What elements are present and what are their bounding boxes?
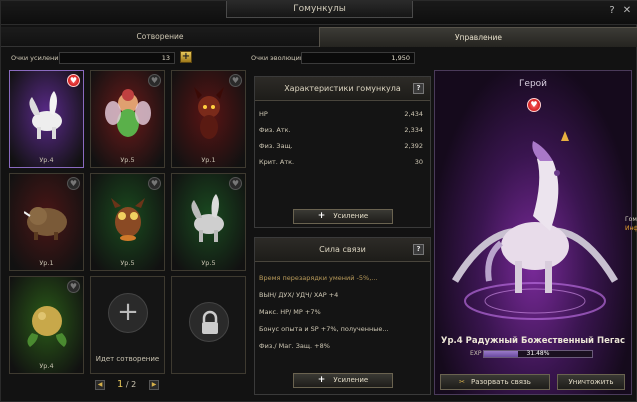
stats-help-icon[interactable]: ? bbox=[413, 83, 424, 94]
page-current: 1 bbox=[117, 379, 124, 390]
favorite-heart-icon[interactable]: ♥ bbox=[148, 74, 161, 87]
homunculus-slot[interactable]: ♥ Ур.1 bbox=[171, 70, 246, 168]
create-slot[interactable]: + Идет сотворение bbox=[90, 276, 165, 374]
create-slot-label: Идет сотворение bbox=[95, 355, 160, 363]
exp-percent: 31.48% bbox=[526, 350, 550, 357]
page-separator: / bbox=[125, 380, 129, 389]
favorite-heart-icon[interactable]: ♥ bbox=[67, 177, 80, 190]
exp-label: EXP bbox=[470, 350, 482, 357]
break-bond-button[interactable]: ✂ Разорвать связь bbox=[440, 374, 550, 390]
homunculus-portrait-boar-brown bbox=[24, 207, 67, 240]
favorite-heart-icon[interactable]: ♥ bbox=[229, 74, 242, 87]
bond-effect-line: Физ./ Маг. Защ. +8% bbox=[259, 342, 330, 350]
stats-enhance-button[interactable]: + Усиление bbox=[293, 209, 393, 224]
bond-effect-line: Время перезарядки умений -5%,... bbox=[259, 274, 378, 282]
hero-title: Герой bbox=[518, 79, 548, 89]
hero-heart-icon: ♥ bbox=[527, 98, 541, 112]
stat-label: Физ. Атк. bbox=[259, 126, 291, 134]
close-icon[interactable]: ✕ bbox=[621, 5, 633, 17]
stat-row-phys-def: Физ. Защ. 2,392 bbox=[259, 142, 423, 156]
side-tooltip-line: Гом bbox=[625, 216, 637, 223]
bond-enhance-label: Усиление bbox=[333, 376, 369, 384]
tab-bar: Сотворение Управление bbox=[1, 27, 637, 47]
destroy-button[interactable]: Уничтожить bbox=[557, 374, 625, 390]
bond-help-icon[interactable]: ? bbox=[413, 244, 424, 255]
exp-bar: 31.48% bbox=[483, 350, 593, 358]
prev-page-button[interactable]: ◀ bbox=[95, 380, 105, 390]
bond-panel: Сила связи ? Время перезарядки умений -5… bbox=[254, 237, 431, 395]
locked-slot bbox=[171, 276, 246, 374]
homunculus-portrait-seed-orb bbox=[27, 306, 67, 347]
favorite-heart-icon[interactable]: ♥ bbox=[148, 177, 161, 190]
add-enhance-points-button[interactable]: + bbox=[180, 51, 192, 63]
stat-value: 2,434 bbox=[404, 110, 423, 118]
stat-label: HP bbox=[259, 110, 268, 118]
plus-icon: + bbox=[317, 375, 326, 385]
homunculus-slot[interactable]: ♥ Ур.5 bbox=[171, 173, 246, 271]
stat-label: Крит. Атк. bbox=[259, 158, 295, 166]
stats-panel: Характеристики гомункула ? HP 2,434 Физ.… bbox=[254, 76, 431, 228]
stat-value: 2,392 bbox=[404, 142, 423, 150]
enhance-points-value: 13 bbox=[59, 52, 175, 64]
window-title: Гомункулы bbox=[226, 1, 413, 18]
favorite-heart-icon[interactable]: ♥ bbox=[67, 280, 80, 293]
stat-value: 2,334 bbox=[404, 126, 423, 134]
homunculus-portrait-imp-red bbox=[194, 87, 224, 139]
next-page-button[interactable]: ▶ bbox=[149, 380, 159, 390]
favorite-heart-icon[interactable]: ♥ bbox=[67, 74, 80, 87]
homunculus-portrait-fairy-green bbox=[105, 89, 151, 137]
homunculus-portrait-pegasus-grey bbox=[191, 194, 224, 242]
homunculus-slot[interactable]: ♥ Ур.4 bbox=[9, 70, 84, 168]
bond-panel-title: Сила связи bbox=[255, 238, 430, 262]
homunculus-slot[interactable]: ♥ Ур.1 bbox=[9, 173, 84, 271]
help-icon[interactable]: ? bbox=[606, 5, 618, 17]
stat-row-phys-atk: Физ. Атк. 2,334 bbox=[259, 126, 423, 140]
page-indicator: 1 / 2 bbox=[117, 379, 136, 390]
evolution-points-value: 1,950 bbox=[301, 52, 415, 64]
homunculus-grid: ♥ Ур.4 ♥ Ур.5 ♥ Ур.1 ♥ Ур.1 ♥ Ур.5 ♥ Ур.5 ♥ Ур.… bbox=[9, 70, 246, 374]
bond-effect-line: Макс. HP/ MP +7% bbox=[259, 308, 321, 316]
hero-pegasus-portrait bbox=[451, 131, 619, 320]
create-plus-icon: + bbox=[108, 293, 148, 333]
plus-icon: + bbox=[317, 211, 326, 221]
lock-icon bbox=[189, 302, 229, 342]
title-bar: Гомункулы ? ✕ bbox=[1, 1, 637, 25]
homunculus-slot[interactable]: ♥ Ур.5 bbox=[90, 70, 165, 168]
stat-label: Физ. Защ. bbox=[259, 142, 293, 150]
evolution-points-label: Очки эволюции bbox=[251, 54, 305, 62]
homunculus-slot[interactable]: ♥ Ур.5 bbox=[90, 173, 165, 271]
bond-effect-line: Бонус опыта и SP +7%, полученные... bbox=[259, 325, 389, 333]
homunculus-level: Ур.1 bbox=[39, 259, 54, 267]
enhance-points-label: Очки усиления bbox=[11, 54, 63, 62]
favorite-heart-icon[interactable]: ♥ bbox=[229, 177, 242, 190]
homunculus-level: Ур.4 bbox=[39, 156, 54, 164]
side-tooltip: Гом Инф bbox=[625, 215, 637, 233]
homunculus-level: Ур.5 bbox=[120, 156, 135, 164]
hero-name: Ур.4 Радужный Божественный Пегас bbox=[440, 336, 626, 346]
hero-panel: Герой ♥ Ур.4 Радужный Божественный Пегас… bbox=[434, 70, 632, 395]
homunculus-portrait-owl-brown bbox=[111, 198, 145, 241]
stat-row-crit-atk: Крит. Атк. 30 bbox=[259, 158, 423, 172]
side-tooltip-line: Инф bbox=[625, 225, 637, 232]
break-bond-icon: ✂ bbox=[459, 378, 466, 386]
stat-value: 30 bbox=[414, 158, 423, 166]
homunculus-level: Ур.5 bbox=[201, 259, 216, 267]
homunculus-slot[interactable]: ♥ Ур.4 bbox=[9, 276, 84, 374]
page-total: 2 bbox=[131, 380, 137, 389]
tab-creation[interactable]: Сотворение bbox=[1, 27, 319, 47]
bond-effect-line: ВЫН/ ДУХ/ УДЧ/ ХАР +4 bbox=[259, 291, 339, 299]
homunculus-level: Ур.1 bbox=[201, 156, 216, 164]
homunculus-level: Ур.5 bbox=[120, 259, 135, 267]
homunculus-level: Ур.4 bbox=[39, 362, 54, 370]
tab-management[interactable]: Управление bbox=[319, 27, 637, 47]
homunculus-portrait-pegasus-white bbox=[29, 91, 62, 139]
break-bond-label: Разорвать связь bbox=[471, 378, 531, 386]
stats-panel-title: Характеристики гомункула bbox=[255, 77, 430, 101]
stats-enhance-label: Усиление bbox=[333, 212, 369, 220]
homunculus-window: Гомункулы ? ✕ Сотворение Управление Очки… bbox=[0, 0, 637, 402]
stat-row-hp: HP 2,434 bbox=[259, 110, 423, 124]
bond-enhance-button[interactable]: + Усиление bbox=[293, 373, 393, 388]
